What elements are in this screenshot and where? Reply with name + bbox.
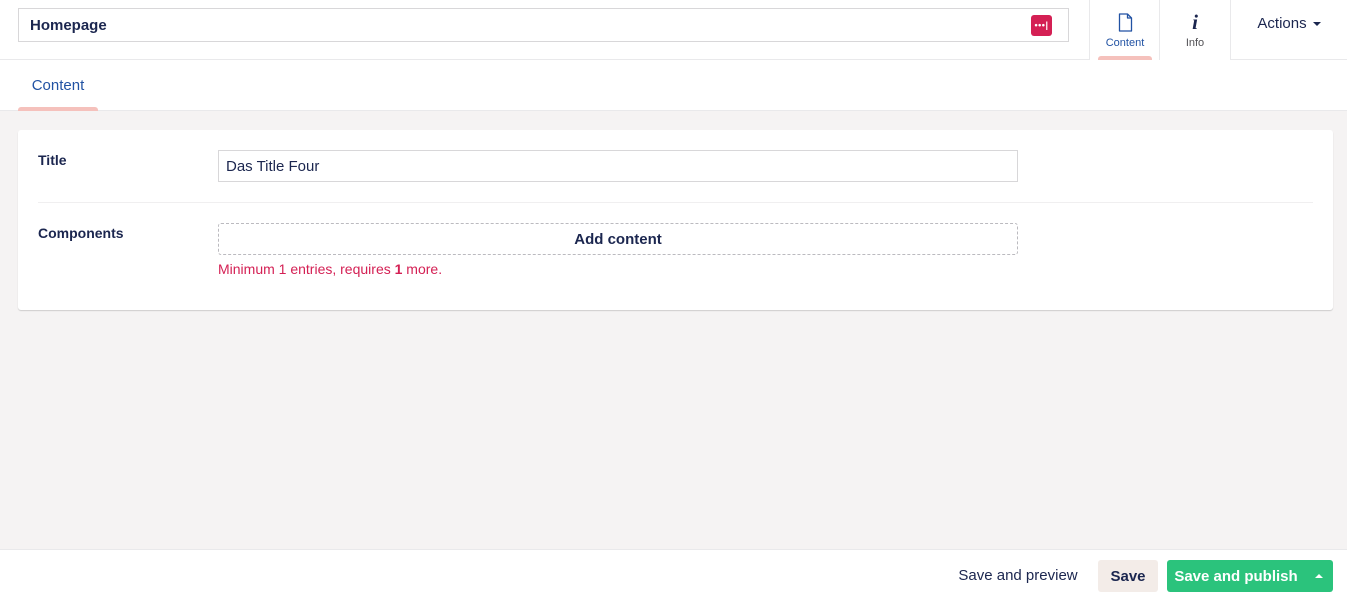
title-input[interactable] [218,150,1018,182]
property-divider [38,202,1313,203]
save-button[interactable]: Save [1098,560,1158,592]
info-icon: i [1192,9,1198,34]
editor-footer: Save and preview Save Save and publish [0,549,1347,595]
tab-content[interactable]: Content [18,60,98,111]
validation-message: Minimum 1 entries, requires 1 more. [218,261,442,277]
app-tab-label: Content [1105,37,1145,49]
validation-suffix: more. [402,261,443,277]
validation-prefix: Minimum 1 entries, requires [218,261,395,277]
document-icon [1118,11,1133,33]
caret-up-icon [1315,574,1323,578]
node-name-field-wrapper: •••| [18,8,1069,42]
content-panel: Title Components Add content Minimum 1 e… [18,130,1333,310]
editor-header: •••| Content i Info Actions [0,0,1347,60]
save-and-preview-button[interactable]: Save and preview [948,559,1088,591]
node-name-input[interactable] [19,9,1068,41]
components-property-label: Components [38,225,124,241]
actions-dropdown[interactable]: Actions [1230,0,1347,60]
app-tab-content[interactable]: Content [1089,0,1160,60]
save-and-publish-button[interactable]: Save and publish [1167,560,1305,592]
caret-down-icon [1312,22,1321,26]
title-property-label: Title [38,152,67,168]
app-tab-label: Info [1185,37,1205,49]
password-manager-icon[interactable]: •••| [1031,15,1052,36]
app-tab-info[interactable]: i Info [1159,0,1230,60]
actions-label: Actions [1257,15,1307,32]
add-content-button[interactable]: Add content [218,223,1018,255]
content-tabs: Content [0,60,1347,111]
publish-options-button[interactable] [1305,560,1333,592]
